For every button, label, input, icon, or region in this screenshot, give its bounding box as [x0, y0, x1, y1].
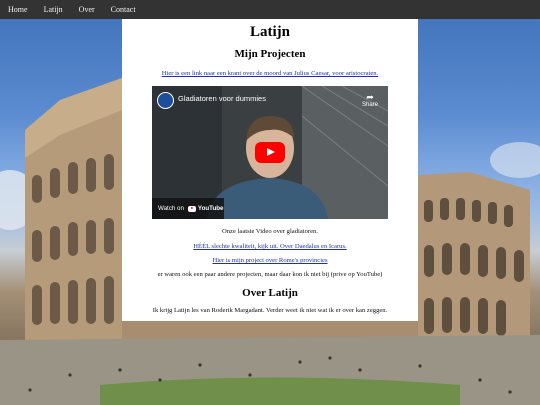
about-text: Ik krijg Latijn les van Roderik Margadan…: [152, 307, 388, 314]
share-button[interactable]: ➦ Share: [360, 92, 380, 108]
youtube-embed[interactable]: Gladiatoren voor dummies ➦ Share Watch o…: [152, 86, 388, 219]
nav-item-contact[interactable]: Contact: [103, 0, 144, 19]
youtube-play-icon: [187, 205, 196, 212]
link-rome-provincies[interactable]: Hier is mijn project over Rome's provinc…: [212, 257, 327, 264]
share-arrow-icon: ➦: [366, 92, 374, 102]
nav-item-home[interactable]: Home: [0, 0, 36, 19]
watch-on-youtube-button[interactable]: Watch on YouTube: [152, 198, 224, 219]
youtube-logo: YouTube: [187, 205, 224, 212]
video-caption: Onze laatste Video over gladiatoren.: [222, 228, 318, 235]
projects-heading: Mijn Projecten: [234, 48, 306, 60]
content-panel: Latijn Mijn Projecten Hier is een link n…: [122, 19, 418, 321]
video-title[interactable]: Gladiatoren voor dummies: [178, 94, 266, 103]
watch-on-label: Watch on: [158, 205, 184, 212]
link-daedalus-icarus[interactable]: HÉÉL slechte kwaliteit, kijk uit. Over D…: [193, 243, 346, 250]
about-heading: Over Latijn: [242, 287, 298, 299]
share-label: Share: [361, 102, 378, 108]
nav-item-over[interactable]: Over: [71, 0, 103, 19]
play-button[interactable]: [255, 142, 285, 163]
link-krant-caesar[interactable]: Hier is een link naar een krant over de …: [162, 70, 379, 77]
page-title: Latijn: [249, 24, 290, 40]
note-more-projects: er waren ook een paar andere projecten, …: [157, 271, 383, 278]
channel-avatar[interactable]: [157, 92, 174, 109]
youtube-brand: YouTube: [197, 205, 224, 212]
top-navbar: Home Latijn Over Contact: [0, 0, 540, 19]
nav-item-latijn[interactable]: Latijn: [36, 0, 71, 19]
